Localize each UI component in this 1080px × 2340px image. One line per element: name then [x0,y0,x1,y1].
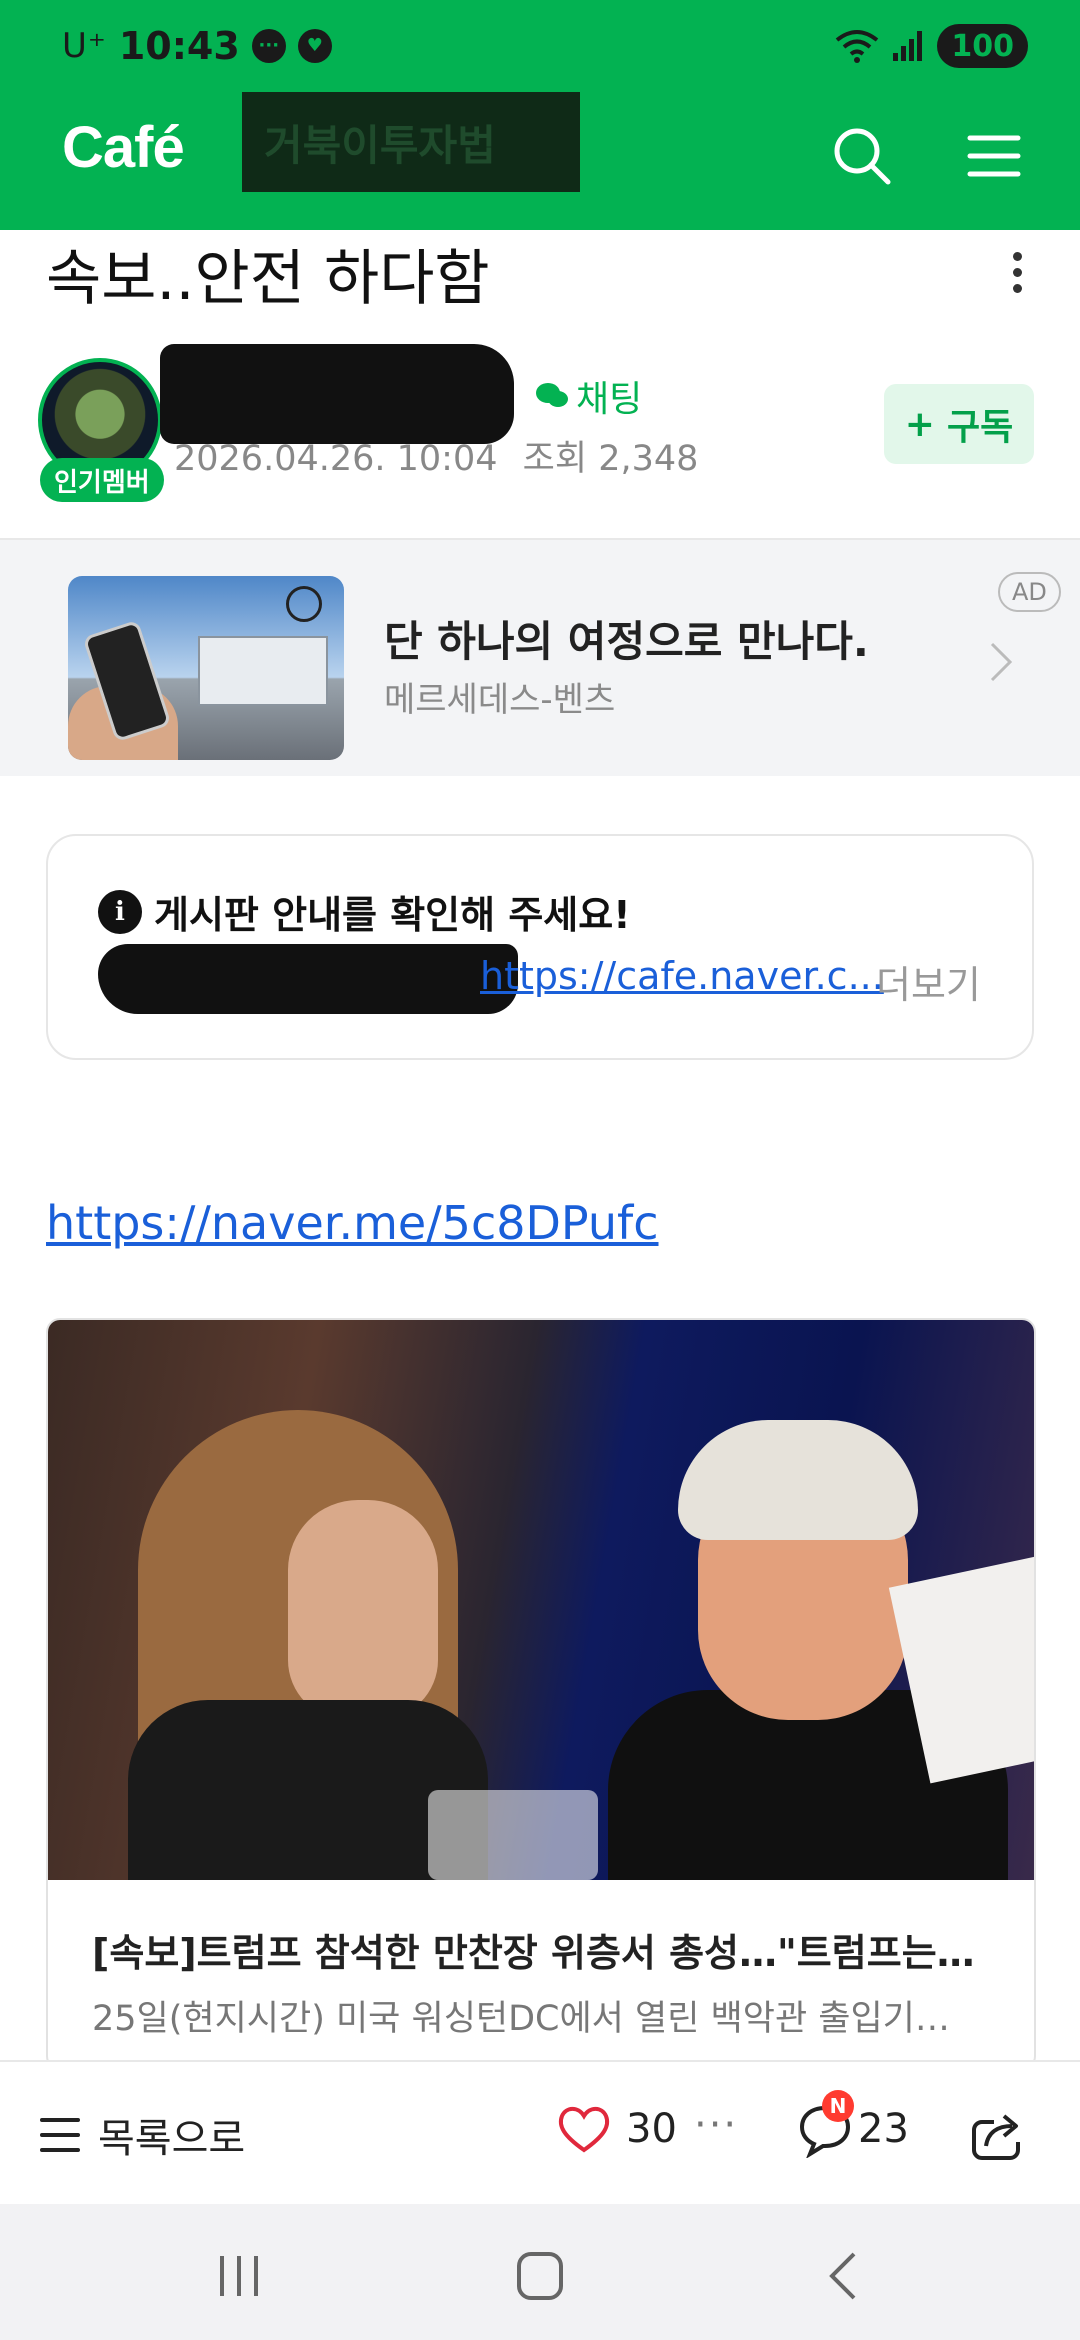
hamburger-icon [40,2118,80,2152]
talk-notification-icon: ♥ [297,29,332,63]
views-count: 2,348 [598,439,699,479]
chat-icon [536,383,568,407]
status-left: U⁺ 10:43 ··· ♥ [62,24,332,68]
chevron-right-icon [990,642,1013,682]
article-link[interactable]: https://naver.me/5c8DPufc [46,1196,659,1250]
news-image [48,1320,1034,1880]
ad-image [68,576,344,760]
board-notice: i 게시판 안내를 확인해 주세요! https://cafe.naver.c.… [46,834,1034,1060]
news-title: [속보]트럼프 참석한 만찬장 위층서 총성…"트럼프는… [92,1931,975,1975]
subscribe-label: 구독 [946,407,1014,448]
notice-heading: i 게시판 안내를 확인해 주세요! [98,884,631,939]
cafe-logo[interactable]: Café [62,114,185,181]
recent-apps-icon[interactable] [204,2248,274,2304]
ad-title: 단 하나의 여정으로 만나다. [384,617,869,666]
back-to-list-button[interactable]: 목록으로 [40,2106,245,2164]
bottom-action-bar: 목록으로 30 ··· N 23 [0,2060,1080,2204]
popular-member-badge: 인기멤버 [40,458,164,502]
more-vertical-icon[interactable] [1000,246,1034,306]
message-notification-icon: ··· [251,29,286,63]
ad-tag: AD [998,572,1061,612]
notice-heading-text: 게시판 안내를 확인해 주세요! [154,893,631,937]
chat-label: 채팅 [576,379,643,420]
back-icon[interactable] [808,2248,878,2304]
ad-advertiser: 메르세데스-벤츠 [384,680,616,720]
info-icon: i [98,889,142,934]
comment-count: 23 [858,2106,909,2152]
notice-link[interactable]: https://cafe.naver.c... [480,954,884,998]
subscribe-button[interactable]: + 구독 [884,384,1034,464]
news-link-card[interactable]: [속보]트럼프 참석한 만찬장 위층서 총성…"트럼프는… 25일(현지시간) … [46,1318,1036,2070]
notice-more-button[interactable]: 더보기 [876,954,981,1009]
post-date: 2026.04.26. 10:04 [174,439,498,479]
back-to-list-label: 목록으로 [98,2116,246,2162]
share-icon[interactable] [968,2104,1028,2164]
home-icon[interactable] [505,2248,575,2304]
author-name-redacted[interactable] [160,344,514,444]
heart-icon [558,2106,610,2153]
like-count: 30 [626,2106,677,2152]
plus-icon: + [904,403,935,445]
ad-banner[interactable]: 단 하나의 여정으로 만나다. 메르세데스-벤츠 AD [0,538,1080,776]
like-button[interactable]: 30 [556,2104,677,2154]
status-time: 10:43 [118,24,240,68]
views-label: 조회 [522,439,588,479]
signal-icon [893,31,923,61]
menu-icon[interactable] [962,124,1026,188]
more-options-button[interactable]: ··· [694,2102,738,2148]
brand-logo-icon [286,586,322,622]
battery-indicator: 100 [937,24,1028,68]
system-nav-bar [0,2204,1080,2340]
wifi-icon [836,30,879,63]
article-meta: 2026.04.26. 10:04 조회 2,348 [174,430,698,481]
status-right: 100 [835,24,1028,68]
status-bar: U⁺ 10:43 ··· ♥ 100 [0,0,1080,92]
new-comment-badge: N [822,2090,854,2122]
cafe-name[interactable]: 거북이투자법 [242,92,580,192]
chat-link[interactable]: 채팅 [534,370,642,422]
app-bar: Café 거북이투자법 [0,92,1080,230]
article-title: 속보..안전 하다함 [46,244,490,314]
carrier-label: U⁺ [62,26,107,66]
news-description: 25일(현지시간) 미국 워싱턴DC에서 열린 백악관 출입기… [92,1999,950,2039]
search-icon[interactable] [830,124,894,188]
notice-text-redacted [98,944,518,1014]
comment-button[interactable]: N 23 [796,2090,909,2159]
